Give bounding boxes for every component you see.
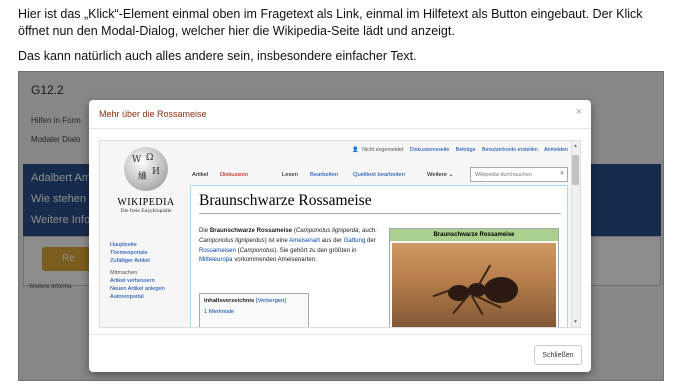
sidebar-item-improve[interactable]: Artikel verbessern: [110, 277, 165, 285]
instruction-paragraph-1: Hier ist das „Klick“-Element einmal oben…: [18, 7, 643, 38]
wiki-tabs: Artikel Diskussion Lesen Bearbeiten Quel…: [190, 167, 568, 185]
sidebar-item-main-page[interactable]: Hauptseite: [110, 241, 165, 249]
search-placeholder: Wikipedia durchsuchen: [475, 172, 532, 178]
wikipedia-logo[interactable]: WΩ 維И WIKIPEDIA Die freie Enzyklopädie: [110, 147, 182, 223]
link-rossameisen[interactable]: Rossameisen: [199, 247, 236, 254]
wikipedia-globe-icon: WΩ 維И: [124, 147, 168, 191]
not-logged-in-label: Nicht angemeldet: [362, 147, 404, 153]
wiki-personal-tools: 👤 Nicht angemeldet Diskussionsseite Beit…: [347, 147, 568, 153]
infobox: Braunschwarze Rossameise: [389, 228, 559, 327]
search-icon[interactable]: ⌕: [560, 170, 564, 178]
contributions-link[interactable]: Beiträge: [456, 147, 476, 153]
modal-dialog: Mehr über die Rossameise × WΩ 維И WIKIPED…: [89, 100, 591, 372]
link-gattung[interactable]: Gattung: [344, 237, 366, 244]
text: vorkommenden Ameisenarten.: [232, 256, 317, 264]
sidebar-item-random[interactable]: Zufälliger Artikel: [110, 257, 165, 265]
sidebar-heading-participate: Mitmachen: [110, 270, 138, 276]
talk-link[interactable]: Diskussionsseite: [410, 147, 449, 153]
tab-article[interactable]: Artikel: [192, 172, 208, 178]
scroll-up-icon[interactable]: ▲: [573, 143, 578, 149]
wikipedia-wordmark: WIKIPEDIA: [117, 197, 175, 208]
scroll-down-icon[interactable]: ▼: [573, 319, 578, 325]
article-intro: Die Braunschwarze Rossameise (Camponotus…: [199, 226, 379, 265]
text: ). Sie gehört zu den größten in: [274, 246, 357, 254]
modal-header-divider: [89, 128, 591, 129]
ant-photo[interactable]: [392, 243, 556, 327]
scientific-name-alt: Camponotus ligniperdus: [199, 236, 265, 244]
iframe-scrollbar[interactable]: ▲ ▼: [571, 141, 580, 327]
text: , auch:: [358, 227, 377, 234]
sidebar-item-new-article[interactable]: Neuen Artikel anlegen: [110, 285, 165, 293]
toc-heading: Inhaltsverzeichnis [Verbergen]: [204, 298, 304, 304]
scientific-name: Camponotus ligniperda: [295, 227, 359, 234]
genus-name: Camponotus: [239, 246, 275, 254]
wikipedia-tagline: Die freie Enzyklopädie: [120, 208, 172, 214]
tab-read[interactable]: Lesen: [282, 172, 298, 178]
toc-title: Inhaltsverzeichnis: [204, 298, 255, 304]
instruction-text: Hier ist das „Klick“-Element einmal oben…: [18, 6, 668, 65]
tab-edit-source[interactable]: Quelltext bearbeiten: [353, 172, 405, 178]
instruction-paragraph-2: Das kann natürlich auch alles andere sei…: [18, 49, 417, 63]
wiki-sidebar: Hauptseite Themenportale Zufälliger Arti…: [110, 241, 165, 301]
toc-hide-link[interactable]: [Verbergen]: [256, 298, 286, 304]
tab-discussion[interactable]: Diskussion: [220, 172, 248, 178]
create-account-link[interactable]: Benutzerkonto erstellen: [482, 147, 538, 153]
heading-divider: [199, 213, 561, 214]
text: ) ist eine: [264, 236, 290, 244]
toc-item[interactable]: 1 Merkmale: [204, 309, 304, 315]
text: der: [365, 236, 376, 244]
wiki-search-input[interactable]: Wikipedia durchsuchen ⌕: [470, 167, 568, 182]
user-icon: 👤: [352, 147, 359, 153]
close-button[interactable]: Schließen: [534, 345, 582, 365]
tab-edit[interactable]: Bearbeiten: [310, 172, 338, 178]
tab-more[interactable]: Weitere ⌄: [427, 172, 453, 178]
close-icon[interactable]: ×: [576, 106, 582, 118]
table-of-contents: Inhaltsverzeichnis [Verbergen] 1 Merkmal…: [199, 293, 309, 327]
link-ameisenart[interactable]: Ameisenart: [289, 237, 320, 244]
modal-title: Mehr über die Rossameise: [99, 109, 207, 119]
wikipedia-iframe[interactable]: WΩ 維И WIKIPEDIA Die freie Enzyklopädie H…: [99, 140, 581, 328]
chevron-down-icon: ⌄: [448, 172, 454, 178]
article-heading: Braunschwarze Rossameise: [199, 192, 372, 209]
tab-more-label: Weitere: [427, 172, 447, 178]
text: Die: [199, 227, 210, 234]
wiki-article: Braunschwarze Rossameise Die Braunschwar…: [190, 185, 568, 327]
login-link[interactable]: Anmelden: [544, 147, 568, 153]
text: aus der: [319, 236, 344, 244]
ant-abdomen: [484, 277, 518, 303]
modal-footer-divider: [89, 334, 591, 335]
scrollbar-thumb[interactable]: [572, 155, 579, 185]
sidebar-item-community-portal[interactable]: Autorenportal: [110, 293, 165, 301]
infobox-title: Braunschwarze Rossameise: [390, 229, 558, 241]
sidebar-item-portals[interactable]: Themenportale: [110, 249, 165, 257]
link-mitteleuropa[interactable]: Mitteleuropa: [199, 256, 233, 263]
article-subject: Braunschwarze Rossameise: [209, 227, 293, 234]
